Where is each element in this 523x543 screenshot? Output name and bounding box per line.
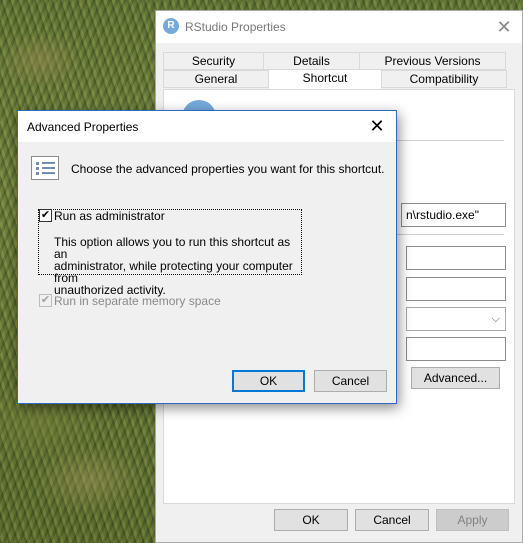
cancel-button[interactable]: Cancel: [314, 370, 387, 392]
advanced-dialog-title: Advanced Properties: [27, 120, 139, 134]
separate-memory-checkbox: ✔: [39, 294, 52, 307]
start-in-field[interactable]: [406, 246, 506, 270]
advanced-button[interactable]: Advanced...: [411, 367, 500, 389]
chevron-down-icon: ⌵: [491, 313, 500, 325]
apply-button: Apply: [436, 509, 509, 531]
tab-shortcut[interactable]: Shortcut: [268, 69, 382, 89]
target-field[interactable]: n\rstudio.exe": [401, 203, 506, 227]
run-as-admin-checkbox[interactable]: ✔: [39, 209, 52, 222]
comment-field[interactable]: [406, 337, 506, 361]
run-dropdown[interactable]: ⌵: [406, 307, 506, 331]
tab-security[interactable]: Security: [163, 52, 264, 70]
properties-title: RStudio Properties: [185, 20, 286, 34]
ok-button[interactable]: OK: [232, 370, 305, 392]
properties-titlebar[interactable]: R RStudio Properties ✕: [156, 11, 522, 43]
close-icon[interactable]: ✕: [366, 115, 388, 137]
shortcut-key-field[interactable]: [406, 277, 506, 301]
advanced-titlebar[interactable]: Advanced Properties ✕: [18, 111, 396, 142]
run-as-admin-label[interactable]: Run as administrator: [54, 209, 165, 223]
description-line: This option allows you to run this short…: [54, 235, 291, 261]
tab-compatibility[interactable]: Compatibility: [381, 70, 507, 88]
tab-details[interactable]: Details: [263, 52, 360, 70]
tab-general[interactable]: General: [163, 70, 269, 88]
properties-list-icon: [31, 156, 59, 180]
tab-previous-versions[interactable]: Previous Versions: [359, 52, 506, 70]
desktop-background: R RStudio Properties ✕ Security Details …: [0, 0, 523, 543]
advanced-properties-dialog: Advanced Properties ✕ Choose the advance…: [17, 110, 397, 404]
run-as-admin-description: This option allows you to run this short…: [54, 236, 304, 296]
close-icon[interactable]: ✕: [492, 15, 516, 39]
cancel-button[interactable]: Cancel: [355, 509, 429, 531]
rstudio-icon: R: [163, 18, 179, 34]
dialog-prompt: Choose the advanced properties you want …: [71, 162, 385, 176]
separate-memory-label: Run in separate memory space: [54, 294, 221, 308]
description-line: administrator, while protecting your com…: [54, 259, 293, 285]
ok-button[interactable]: OK: [274, 509, 348, 531]
